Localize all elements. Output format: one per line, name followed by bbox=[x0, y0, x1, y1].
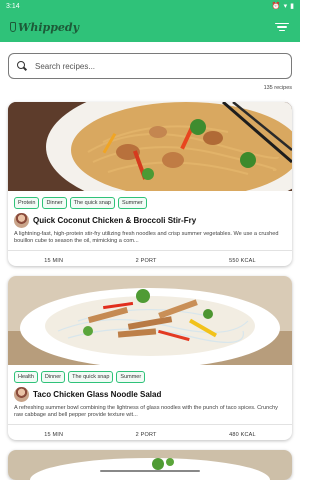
recipe-card[interactable]: Protein Dinner The quick snap Summer Qui… bbox=[8, 102, 292, 266]
tag[interactable]: The quick snap bbox=[68, 371, 114, 383]
app-logo[interactable]: Whippedy bbox=[10, 21, 79, 34]
recipe-image bbox=[8, 450, 292, 480]
recipe-image bbox=[8, 276, 292, 365]
recipe-description: A lightning-fast, high-protein stir-fry … bbox=[14, 231, 279, 244]
recipe-description: A refreshing summer bowl combining the l… bbox=[14, 405, 278, 418]
status-icons: ⏰ ▾ ▮ bbox=[272, 2, 294, 10]
tag[interactable]: The quick snap bbox=[69, 197, 115, 209]
recipe-title: Quick Coconut Chicken & Broccoli Stir-Fr… bbox=[33, 216, 197, 225]
logo-text: Whippedy bbox=[18, 20, 79, 34]
alarm-icon: ⏰ bbox=[271, 3, 281, 10]
avatar bbox=[14, 213, 29, 228]
tag[interactable]: Health bbox=[14, 371, 38, 383]
tag[interactable]: Summer bbox=[116, 371, 146, 383]
tag[interactable]: Summer bbox=[117, 197, 147, 209]
whisk-icon bbox=[10, 22, 16, 32]
search-input[interactable] bbox=[35, 61, 275, 71]
recipe-portions: 2 PORT bbox=[135, 431, 157, 438]
avatar bbox=[14, 387, 29, 402]
recipe-card[interactable]: Health Dinner The quick snap Summer Taco… bbox=[8, 276, 292, 440]
recipe-card[interactable] bbox=[8, 450, 292, 480]
filter-icon bbox=[275, 22, 289, 25]
recipe-calories: 480 KCAL bbox=[229, 431, 256, 438]
recipe-time: 15 MIN bbox=[44, 257, 64, 264]
recipe-count: 135 recipes bbox=[263, 85, 292, 91]
tag[interactable]: Protein bbox=[14, 197, 40, 209]
recipe-calories: 550 KCAL bbox=[229, 257, 256, 264]
status-time: 3:14 bbox=[6, 2, 20, 10]
app-bar: Whippedy bbox=[0, 12, 300, 42]
tag[interactable]: Dinner bbox=[42, 197, 67, 209]
recipe-stats: 15 MIN 2 PORT 550 KCAL bbox=[8, 251, 292, 266]
status-bar: 3:14 ⏰ ▾ ▮ bbox=[0, 0, 300, 12]
battery-icon: ▮ bbox=[290, 3, 294, 10]
tag-list: Protein Dinner The quick snap Summer bbox=[8, 191, 292, 209]
recipe-stats: 15 MIN 2 PORT 480 KCAL bbox=[8, 425, 292, 440]
recipe-portions: 2 PORT bbox=[135, 257, 157, 264]
filter-button[interactable] bbox=[274, 20, 290, 34]
wifi-icon: ▾ bbox=[283, 3, 288, 10]
recipe-image bbox=[8, 102, 292, 191]
search-bar[interactable] bbox=[8, 53, 292, 79]
tag[interactable]: Dinner bbox=[40, 371, 66, 383]
home-indicator[interactable] bbox=[100, 470, 200, 472]
search-icon bbox=[17, 61, 27, 71]
tag-list: Health Dinner The quick snap Summer bbox=[8, 365, 292, 383]
recipe-title: Taco Chicken Glass Noodle Salad bbox=[33, 390, 162, 399]
recipe-time: 15 MIN bbox=[44, 431, 64, 438]
